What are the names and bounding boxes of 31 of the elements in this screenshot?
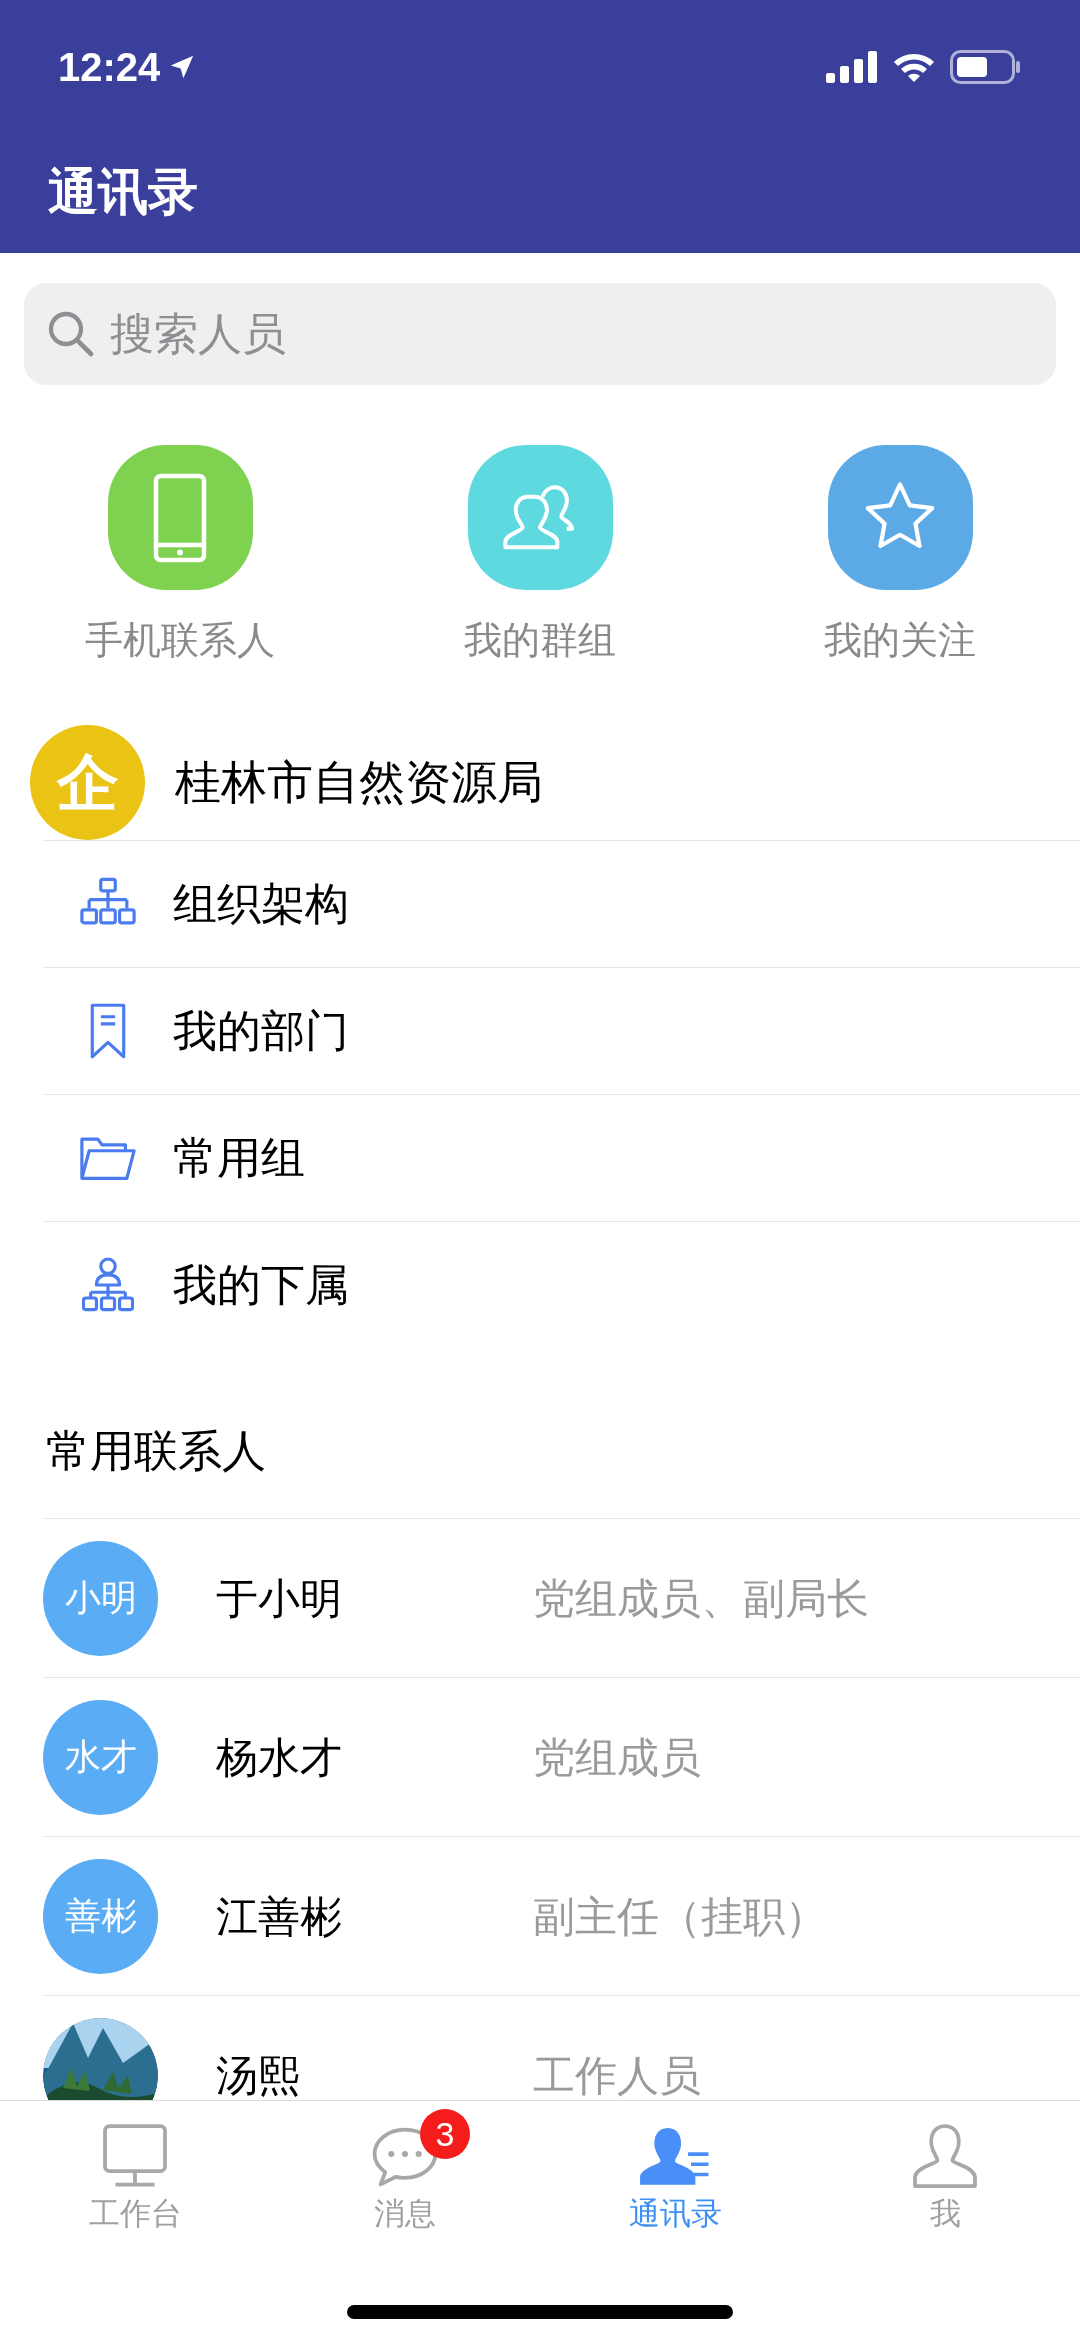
contact-position: 党组成员: [533, 1732, 701, 1783]
signal-icon: [826, 51, 878, 83]
section-title: 常用联系人: [45, 1425, 267, 1477]
enterprise-badge: 企: [30, 725, 145, 840]
contact-position: 工作人员: [533, 2050, 701, 2100]
contact-name[interactable]: 杨水才: [216, 1725, 533, 1789]
contact-position: 党组成员、副局长: [533, 1573, 869, 1624]
status-time: 12:24: [58, 44, 161, 91]
avatar: 小明: [43, 1540, 158, 1656]
search-field[interactable]: 搜索人员: [24, 283, 1056, 385]
contact-name[interactable]: 江善彬: [216, 1884, 533, 1948]
person-icon: [912, 2123, 978, 2189]
contact-name[interactable]: 汤熙: [216, 2043, 533, 2100]
search-icon: [46, 309, 96, 359]
avatar: 水才: [43, 1699, 158, 1815]
bookmark-icon: [88, 1002, 128, 1060]
subordinate-icon: [82, 1256, 134, 1314]
organization-item[interactable]: 组织架构: [173, 871, 349, 937]
organization-item[interactable]: 常用组: [173, 1125, 305, 1191]
contact-position: 副主任（挂职）: [533, 1891, 827, 1942]
tab[interactable]: 3 消息: [270, 2103, 540, 2238]
organization-item[interactable]: 我的部门: [173, 998, 349, 1064]
page-title: 通讯录: [48, 163, 198, 222]
organization-item[interactable]: 我的下属: [173, 1252, 349, 1318]
contact-name[interactable]: 于小明: [216, 1566, 533, 1630]
battery-icon: [950, 50, 1022, 84]
avatar: 善彬: [43, 1858, 158, 1974]
organization-name[interactable]: 桂林市自然资源局: [175, 748, 543, 817]
wifi-icon: [892, 51, 936, 83]
unread-badge: 3: [420, 2109, 470, 2159]
monitor-icon: [100, 2123, 170, 2189]
